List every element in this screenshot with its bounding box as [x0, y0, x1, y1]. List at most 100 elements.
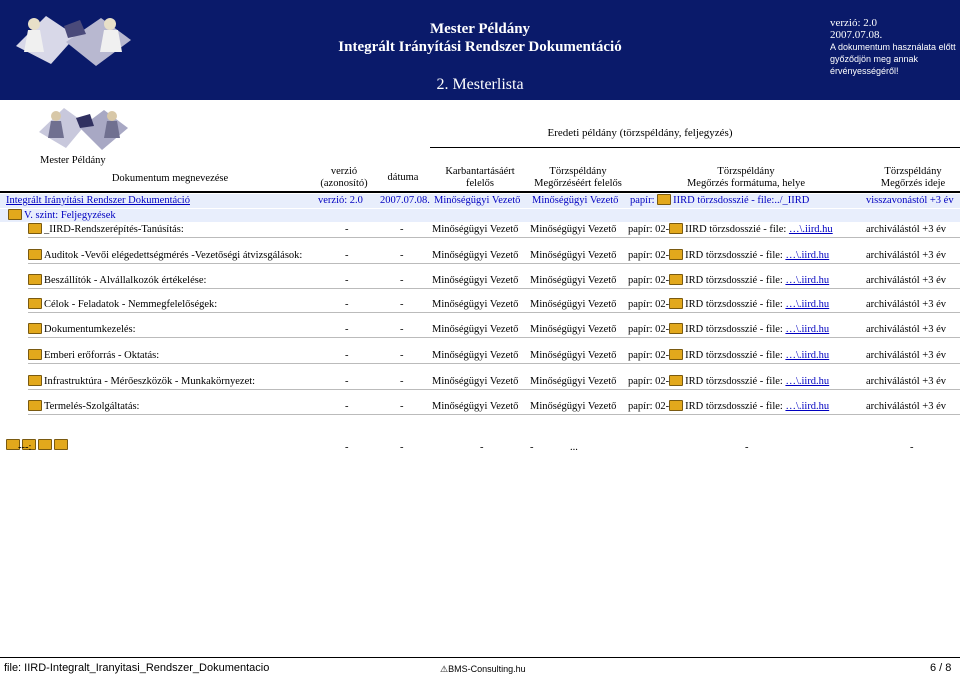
- folder-icon: [669, 323, 684, 335]
- record-date: -: [400, 224, 404, 235]
- record-retention: archiválástól +3 év: [866, 401, 946, 412]
- record-date: -: [400, 299, 404, 310]
- last-row-retention: -: [910, 442, 914, 453]
- record-name: Emberi erőforrás - Oktatás:: [28, 349, 159, 362]
- folder-icon: [669, 298, 684, 310]
- record-maintainer: Minőségügyi Vezető: [432, 275, 519, 286]
- folder-icon: [669, 249, 684, 261]
- record-keeper: Minőségügyi Vezető: [530, 401, 617, 412]
- first-row-maintainer: Minőségügyi Vezető: [434, 195, 521, 206]
- folder-icon: [28, 274, 42, 286]
- record-maintainer: Minőségügyi Vezető: [432, 401, 519, 412]
- record-date: -: [400, 350, 404, 361]
- record-maintainer: Minőségügyi Vezető: [432, 224, 519, 235]
- record-keeper: Minőségügyi Vezető: [530, 299, 617, 310]
- record-keeper: Minőségügyi Vezető: [530, 275, 617, 286]
- col-header-retention: Törzspéldány Megőrzés ideje: [880, 166, 946, 189]
- folder-icon: [28, 323, 42, 335]
- first-row-date: 2007.07.08.: [380, 195, 430, 206]
- folder-icon: [28, 298, 42, 310]
- last-row-date: -: [400, 442, 404, 453]
- record-name: _IIRD-Rendszerépítés-Tanúsítás:: [28, 223, 184, 236]
- record-date: -: [400, 401, 404, 412]
- first-row-retention: visszavonástól +3 év: [866, 195, 954, 206]
- version-date: 2007.07.08.: [830, 29, 883, 41]
- record-retention: archiválástól +3 év: [866, 350, 946, 361]
- record-name: Beszállítók - Alvállalkozók értékelése:: [28, 274, 206, 287]
- puzzle-people-logo: [6, 6, 146, 70]
- folder-icon: [28, 349, 42, 361]
- first-row-name[interactable]: Integrált Irányítási Rendszer Dokumentác…: [6, 195, 190, 207]
- folder-icon: [669, 349, 684, 361]
- iird-link[interactable]: …\.iird.hu: [785, 376, 829, 387]
- iird-link[interactable]: …\.iird.hu: [785, 250, 829, 261]
- last-row-label: ---:: [18, 442, 32, 453]
- record-version: -: [345, 299, 349, 310]
- record-keeper: Minőségügyi Vezető: [530, 250, 617, 261]
- record-version: -: [345, 250, 349, 261]
- footer-brand: ⚠BMS-Consulting.hu: [440, 664, 526, 674]
- folder-icon: [28, 375, 42, 387]
- last-row-version: -: [345, 442, 349, 453]
- col-header-name: Dokumentum megnevezése: [111, 173, 229, 184]
- iird-link[interactable]: …\.iird.hu: [789, 224, 833, 235]
- record-format: papír: 02- IRD törzsdosszié - file: …\.ii…: [628, 400, 830, 412]
- folder-icon: [28, 400, 42, 412]
- record-keeper: Minőségügyi Vezető: [530, 224, 617, 235]
- last-row-maintainer: -: [480, 442, 484, 453]
- folder-icon: [669, 400, 684, 412]
- footer-filename: file: IIRD-Integralt_Iranyitasi_Rendszer…: [4, 662, 270, 674]
- iird-link[interactable]: …\.iird.hu: [785, 401, 829, 412]
- iird-link[interactable]: …\.iird.hu: [785, 350, 829, 361]
- record-keeper: Minőségügyi Vezető: [530, 376, 617, 387]
- first-row-format: papír: IIRD törzsdosszié - file:../_IIRD: [630, 194, 810, 206]
- iird-link[interactable]: …\.iird.hu: [785, 324, 829, 335]
- record-date: -: [400, 250, 404, 261]
- original-copy-header: Eredeti példány (törzspéldány, feljegyzé…: [547, 127, 733, 139]
- section-title: 2. Mesterlista: [436, 76, 524, 93]
- record-name: Célok - Feladatok - Nemmegfelelőségek:: [28, 298, 217, 311]
- record-version: -: [345, 275, 349, 286]
- record-name: Infrastruktúra - Mérőeszközök - Munkakör…: [28, 375, 255, 388]
- iird-link[interactable]: …\.iird.hu: [785, 275, 829, 286]
- folder-icon: [54, 439, 68, 451]
- col-header-keeper: Törzspéldány Megőrzéséért felelős: [534, 166, 622, 189]
- record-maintainer: Minőségügyi Vezető: [432, 299, 519, 310]
- record-format: papír: 02- IRD törzsdosszié - file: …\.ii…: [628, 274, 830, 286]
- record-keeper: Minőségügyi Vezető: [530, 324, 617, 335]
- record-name: Termelés-Szolgáltatás:: [28, 400, 139, 413]
- col-header-maintainer: Karbantartásáért felelős: [445, 166, 515, 189]
- record-retention: archiválástól +3 év: [866, 250, 946, 261]
- version-label: verzió: 2.0: [830, 17, 878, 29]
- record-version: -: [345, 401, 349, 412]
- record-format: papír: 02- IRD törzsdosszié - file: …\.ii…: [628, 323, 830, 335]
- record-retention: archiválástól +3 év: [866, 299, 946, 310]
- record-format: papír: 02- IRD törzsdosszié - file: …\.ii…: [628, 375, 830, 387]
- last-row-format: ...: [570, 442, 578, 453]
- col-header-date: dátuma: [387, 172, 419, 183]
- level-title: V. szint: Feljegyzések: [8, 209, 116, 222]
- record-maintainer: Minőségügyi Vezető: [432, 376, 519, 387]
- folder-icon: [8, 209, 22, 221]
- folder-icon: [28, 249, 42, 261]
- doc-title-line1: Mester Példány: [429, 21, 531, 37]
- record-version: -: [345, 324, 349, 335]
- footer-page: 6 / 8: [930, 662, 952, 674]
- record-name: Dokumentumkezelés:: [28, 323, 136, 336]
- first-row-version: verzió: 2.0: [318, 195, 363, 206]
- folder-icon: [669, 375, 684, 387]
- folder-icon: [38, 439, 52, 451]
- first-row-keeper: Minőségügyi Vezető: [532, 195, 619, 206]
- record-name: Auditok -Vevői elégedettségmérés -Vezető…: [28, 249, 302, 262]
- iird-link[interactable]: …\.iird.hu: [785, 299, 829, 310]
- doc-title-line2: Integrált Irányítási Rendszer Dokumentác…: [338, 39, 622, 55]
- record-date: -: [400, 275, 404, 286]
- folder-icon: [669, 274, 684, 286]
- warning-triangle-icon: ⚠: [440, 664, 449, 674]
- validity-warning-1: A dokumentum használata előtt: [830, 42, 956, 52]
- record-date: -: [400, 376, 404, 387]
- record-version: -: [345, 376, 349, 387]
- folder-icon: [669, 223, 684, 235]
- record-maintainer: Minőségügyi Vezető: [432, 350, 519, 361]
- record-format: papír: 02- IRD törzsdosszié - file: …\.ii…: [628, 298, 830, 310]
